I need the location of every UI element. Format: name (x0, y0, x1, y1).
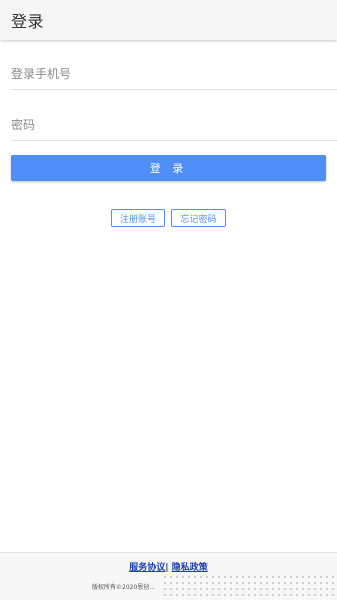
dot-pattern-decoration (162, 574, 337, 600)
register-button[interactable]: 注册账号 (111, 209, 165, 227)
forgot-password-button-label: 忘记密码 (180, 214, 217, 225)
login-button[interactable]: 登 录 (11, 155, 326, 181)
phone-input[interactable] (11, 58, 337, 90)
footer: 服务协议| 隐私政策 版权所有©2020恩创... (0, 552, 337, 600)
copyright-text: 版权所有©2020恩创... (92, 584, 155, 591)
privacy-policy-link[interactable]: 隐私政策 (172, 563, 208, 573)
password-input[interactable] (11, 109, 337, 141)
app-bar: 登录 (0, 0, 337, 40)
login-button-label: 登 录 (149, 162, 188, 175)
service-agreement-link[interactable]: 服务协议 (129, 563, 165, 573)
page-title: 登录 (11, 12, 45, 31)
register-button-label: 注册账号 (119, 214, 156, 225)
forgot-password-button[interactable]: 忘记密码 (171, 209, 226, 227)
footer-links: 服务协议| 隐私政策 (0, 560, 337, 573)
footer-separator: | (165, 563, 169, 573)
